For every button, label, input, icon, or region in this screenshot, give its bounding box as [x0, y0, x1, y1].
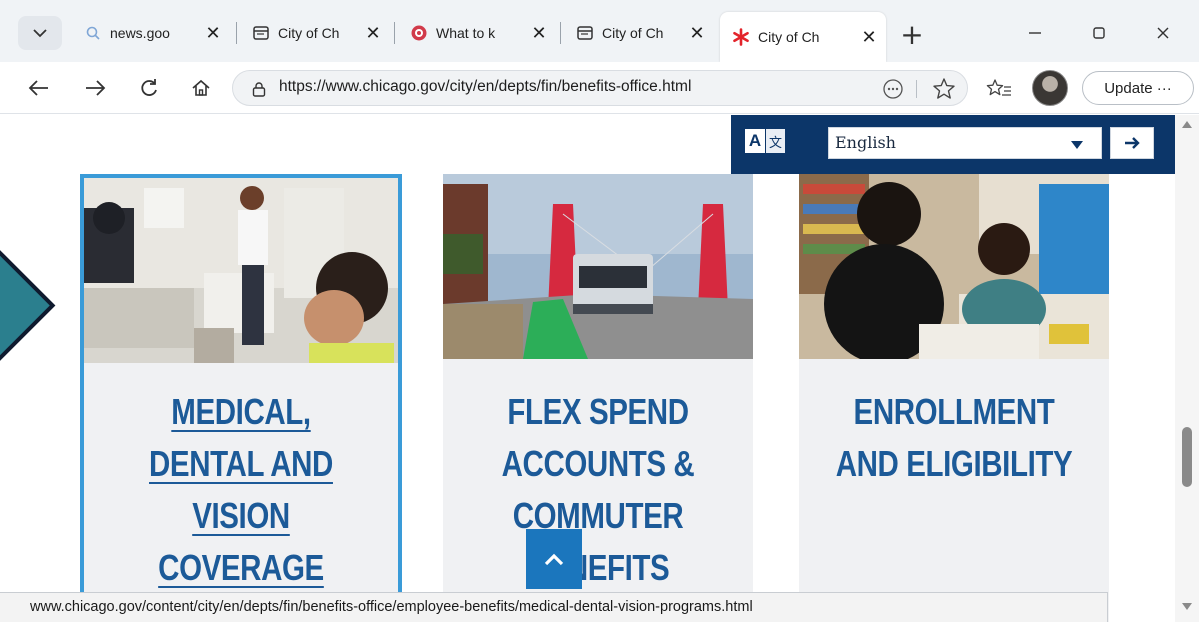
- tab-title: City of Ch: [602, 25, 664, 41]
- search-icon: [84, 24, 102, 42]
- card-title[interactable]: ENROLLMENT AND ELIGIBILITY: [827, 386, 1081, 490]
- arrow-right-icon: [86, 80, 106, 96]
- tab-divider: [394, 22, 395, 44]
- forward-button[interactable]: [78, 71, 112, 105]
- chevron-up-icon: [544, 553, 564, 566]
- close-icon[interactable]: ✕: [530, 23, 548, 43]
- close-icon[interactable]: ✕: [364, 23, 382, 43]
- card-enrollment-eligibility[interactable]: ENROLLMENT AND ELIGIBILITY: [799, 174, 1109, 622]
- tab-city-of-chicago-2[interactable]: City of Ch ✕: [564, 12, 714, 54]
- home-icon: [192, 79, 210, 96]
- page-scrollbar[interactable]: [1175, 115, 1199, 622]
- refresh-icon: [141, 79, 157, 96]
- favorite-star-icon[interactable]: [931, 76, 957, 102]
- close-icon[interactable]: ✕: [204, 23, 222, 43]
- card-photo-medical: [84, 178, 398, 363]
- browser-toolbar: https://www.chicago.gov/city/en/depts/fi…: [0, 62, 1199, 114]
- tab-title: City of Ch: [758, 29, 820, 45]
- plus-icon: +: [900, 17, 924, 51]
- scroll-up-arrow-icon[interactable]: [1182, 121, 1192, 128]
- selected-language: English: [835, 133, 896, 152]
- lock-icon[interactable]: [251, 81, 267, 97]
- tab-title: news.goo: [110, 25, 170, 41]
- minimize-icon: [1029, 32, 1041, 34]
- update-label: Update: [1104, 79, 1153, 97]
- page-icon: [576, 24, 594, 42]
- page-viewport: A 文 English MEDICAL, DENTAL AND VISION C…: [0, 115, 1175, 622]
- more-options-icon[interactable]: [881, 77, 905, 101]
- back-to-top-button[interactable]: [526, 529, 582, 589]
- address-divider: [916, 80, 917, 98]
- tab-city-of-chicago-1[interactable]: City of Ch ✕: [240, 12, 390, 54]
- tab-actions-button[interactable]: [18, 16, 62, 50]
- card-flex-spend-commuter[interactable]: FLEX SPEND ACCOUNTS & COMMUTER BENEFITS: [443, 174, 753, 622]
- chicago-star-icon: [732, 28, 750, 46]
- more-icon: ···: [1156, 79, 1172, 97]
- scroll-down-arrow-icon[interactable]: [1182, 603, 1192, 610]
- tab-city-of-chicago-active[interactable]: City of Ch ✕: [720, 12, 886, 62]
- maximize-button[interactable]: [1076, 16, 1122, 50]
- refresh-button[interactable]: [132, 71, 166, 105]
- tab-divider: [236, 22, 237, 44]
- maximize-icon: [1093, 27, 1105, 39]
- address-bar[interactable]: https://www.chicago.gov/city/en/depts/fi…: [232, 70, 968, 106]
- update-button[interactable]: Update ···: [1082, 71, 1194, 105]
- url-text[interactable]: https://www.chicago.gov/city/en/depts/fi…: [279, 78, 691, 96]
- back-button[interactable]: [22, 71, 56, 105]
- close-icon[interactable]: ✕: [860, 27, 878, 47]
- card-title[interactable]: FLEX SPEND ACCOUNTS & COMMUTER BENEFITS: [471, 386, 725, 594]
- translate-icon: A 文: [745, 129, 785, 155]
- dropdown-caret-icon: [1071, 141, 1083, 149]
- close-icon: [1157, 27, 1169, 39]
- page-icon: [252, 24, 270, 42]
- decorative-arrow-icon: [0, 242, 56, 369]
- close-window-button[interactable]: [1140, 16, 1186, 50]
- minimize-button[interactable]: [1012, 16, 1058, 50]
- chevron-down-icon: [33, 29, 47, 38]
- card-photo-enrollment: [799, 174, 1109, 359]
- favorites-button[interactable]: [984, 74, 1014, 104]
- tab-divider: [560, 22, 561, 44]
- favorites-list-icon: [986, 79, 1011, 96]
- profile-avatar[interactable]: [1032, 70, 1068, 106]
- close-icon[interactable]: ✕: [688, 23, 706, 43]
- browser-tab-bar: news.goo ✕ City of Ch ✕ What to k ✕ City…: [0, 0, 1199, 62]
- arrow-right-icon: [1125, 137, 1140, 149]
- arrow-left-icon: [28, 80, 48, 96]
- card-medical-dental-vision[interactable]: MEDICAL, DENTAL AND VISION COVERAGE: [80, 174, 402, 622]
- tab-what-to-know[interactable]: What to k ✕: [398, 12, 556, 54]
- brand-icon: [410, 24, 428, 42]
- card-title[interactable]: MEDICAL, DENTAL AND VISION COVERAGE: [112, 386, 369, 594]
- new-tab-button[interactable]: +: [896, 17, 928, 51]
- translate-script-icon: 文: [765, 129, 785, 153]
- tab-title: What to k: [436, 25, 496, 41]
- scrollbar-thumb[interactable]: [1182, 427, 1192, 487]
- tab-news[interactable]: news.goo ✕: [72, 12, 230, 54]
- translate-go-button[interactable]: [1110, 127, 1154, 159]
- language-select[interactable]: English: [828, 127, 1102, 159]
- card-photo-commuter: [443, 174, 753, 359]
- translate-latin-icon: A: [745, 129, 765, 153]
- link-status-bar: www.chicago.gov/content/city/en/depts/fi…: [0, 592, 1108, 622]
- tab-title: City of Ch: [278, 25, 340, 41]
- home-button[interactable]: [184, 71, 218, 105]
- translate-widget: A 文 English: [731, 115, 1175, 174]
